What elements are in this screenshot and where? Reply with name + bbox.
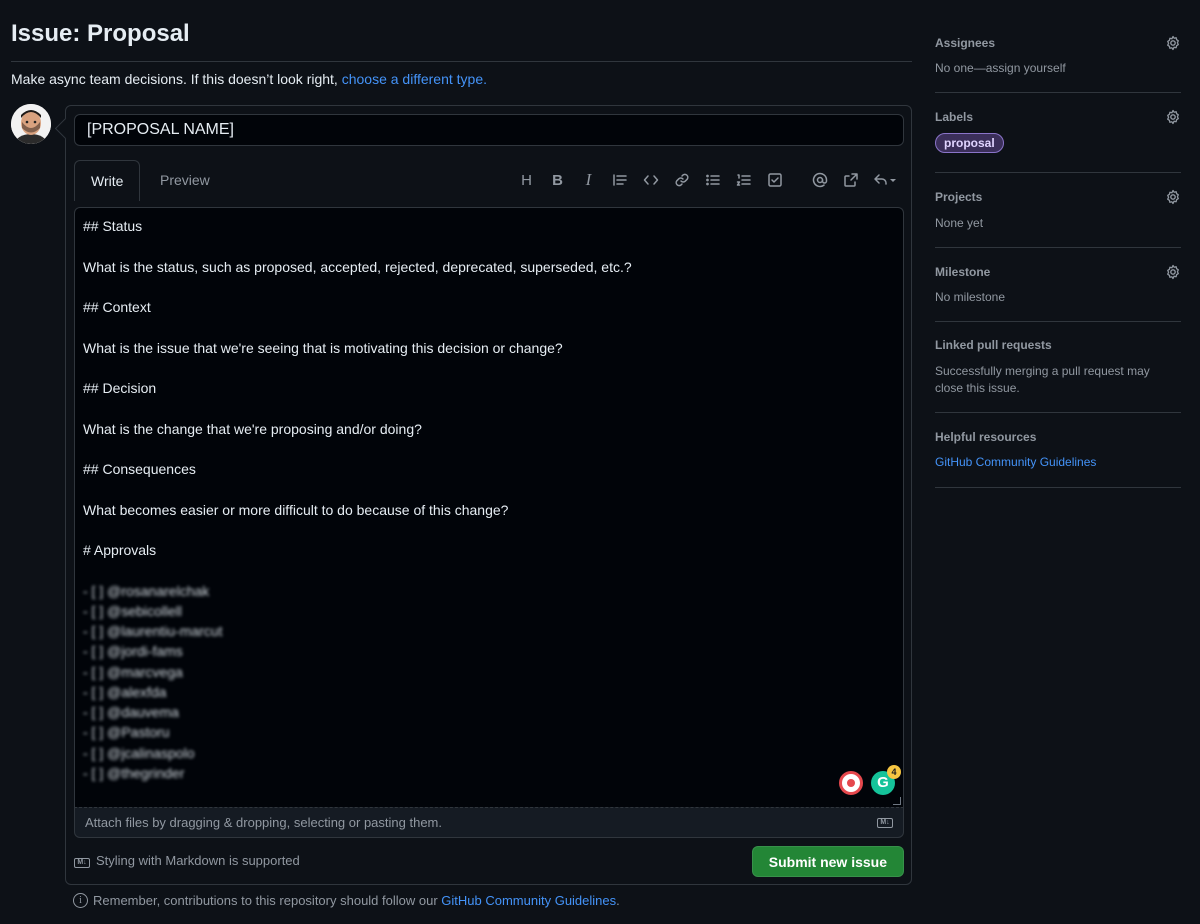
- editor-line: What is the status, such as proposed, ac…: [83, 258, 632, 275]
- community-guidelines-link[interactable]: GitHub Community Guidelines: [441, 893, 616, 908]
- template-description: Make async team decisions. If this doesn…: [11, 71, 487, 87]
- sidebar-community-guidelines-link[interactable]: GitHub Community Guidelines: [935, 455, 1096, 469]
- form-actions: M↓ Styling with Markdown is supported Su…: [74, 846, 904, 877]
- issue-body-textarea[interactable]: ## Status What is the status, such as pro…: [74, 207, 904, 807]
- attach-files-text: Attach files by dragging & dropping, sel…: [85, 815, 442, 830]
- reply-icon[interactable]: [866, 168, 904, 192]
- grammarly-icon[interactable]: G 4: [871, 765, 901, 795]
- link-icon[interactable]: [666, 168, 697, 192]
- approvals-list: - [ ] @rosanarelchak - [ ] @sebicollell - …: [83, 581, 895, 784]
- projects-section: Projects None yet: [935, 173, 1181, 248]
- issue-title-input[interactable]: [74, 114, 904, 146]
- linked-pull-requests-heading: Linked pull requests: [935, 338, 1052, 352]
- code-icon[interactable]: [635, 168, 666, 192]
- milestone-heading[interactable]: Milestone: [935, 265, 990, 279]
- editor-line: What is the issue that we're seeing that…: [83, 339, 563, 356]
- markdown-support-text[interactable]: Styling with Markdown is supported: [74, 853, 300, 868]
- labels-heading[interactable]: Labels: [935, 110, 973, 124]
- gear-icon[interactable]: [1165, 109, 1181, 125]
- milestone-value: No milestone: [935, 290, 1006, 304]
- approval-item: - [ ] @jordi-fams: [83, 643, 183, 660]
- editor-line: What becomes easier or more difficult to…: [83, 501, 509, 518]
- ordered-list-icon[interactable]: [728, 168, 759, 192]
- assignees-value[interactable]: No one—assign yourself: [935, 61, 1066, 75]
- labels-section: Labels proposal: [935, 93, 1181, 173]
- helpful-resources-section: Helpful resources GitHub Community Guide…: [935, 413, 1181, 488]
- approval-item: - [ ] @jcalinaspolo: [83, 744, 195, 761]
- approval-item: - [ ] @marcvega: [83, 663, 183, 680]
- grammarly-count-badge: 4: [887, 765, 901, 779]
- label-proposal[interactable]: proposal: [935, 133, 1004, 153]
- milestone-section: Milestone No milestone: [935, 248, 1181, 322]
- page-title: Issue: Proposal: [11, 20, 190, 47]
- gear-icon[interactable]: [1165, 264, 1181, 280]
- issue-form: Write Preview H B I: [65, 105, 912, 885]
- helpful-resources-heading: Helpful resources: [935, 430, 1037, 444]
- approval-item: - [ ] @alexfda: [83, 683, 167, 700]
- approval-item: - [ ] @dauvema: [83, 704, 179, 720]
- target-extension-icon[interactable]: [839, 771, 863, 795]
- task-list-icon[interactable]: [759, 168, 790, 192]
- projects-value: None yet: [935, 216, 984, 230]
- markdown-icon[interactable]: M↓: [877, 818, 893, 828]
- issue-body-content: ## Status What is the status, such as pro…: [83, 216, 895, 581]
- browser-extension-icons: G 4: [839, 765, 901, 795]
- gear-icon[interactable]: [1165, 189, 1181, 205]
- unordered-list-icon[interactable]: [697, 168, 728, 192]
- gear-icon[interactable]: [1165, 35, 1181, 51]
- submit-new-issue-button[interactable]: Submit new issue: [751, 846, 904, 877]
- editor-line: What is the change that we're proposing …: [83, 420, 422, 437]
- info-icon: i: [73, 893, 88, 908]
- tab-preview[interactable]: Preview: [144, 160, 226, 200]
- linked-pull-requests-section: Linked pull requests Successfully mergin…: [935, 322, 1181, 413]
- approval-item: - [ ] @rosanarelchak: [83, 582, 210, 599]
- template-description-text: Make async team decisions. If this doesn…: [11, 71, 342, 87]
- markdown-toolbar: H B I: [511, 168, 904, 192]
- contribution-note: i Remember, contributions to this reposi…: [73, 893, 620, 908]
- chevron-down-icon: [890, 179, 896, 182]
- grammarly-letter: G: [877, 774, 889, 791]
- editor-line: ## Context: [83, 299, 151, 315]
- contribution-note-end: .: [616, 893, 620, 908]
- editor-line: # Approvals: [83, 542, 157, 558]
- assignees-heading[interactable]: Assignees: [935, 36, 995, 50]
- editor-line: ## Consequences: [83, 461, 196, 477]
- quote-icon[interactable]: [604, 168, 635, 192]
- approval-item: - [ ] @sebicollell: [83, 602, 183, 619]
- editor-line: ## Decision: [83, 380, 157, 396]
- contribution-note-text: Remember, contributions to this reposito…: [93, 893, 442, 908]
- approval-item: - [ ] @thegrinder: [83, 764, 185, 781]
- avatar[interactable]: [11, 104, 51, 144]
- heading-icon[interactable]: H: [511, 168, 542, 192]
- title-divider: [11, 61, 912, 62]
- editor-tabs: Write Preview H B I: [74, 160, 904, 201]
- choose-different-type-link[interactable]: choose a different type.: [342, 71, 487, 87]
- resize-handle[interactable]: [893, 797, 901, 805]
- editor-line: ## Status: [83, 218, 143, 234]
- approval-item: - [ ] @laurentiu-marcut: [83, 623, 223, 639]
- assignees-section: Assignees No one—assign yourself: [935, 28, 1181, 93]
- mention-icon[interactable]: [804, 168, 835, 192]
- approval-item: - [ ] @Pastoru: [83, 724, 170, 741]
- tab-write[interactable]: Write: [74, 160, 141, 201]
- projects-heading[interactable]: Projects: [935, 190, 982, 204]
- issue-sidebar: Assignees No one—assign yourself Labels …: [935, 28, 1181, 488]
- italic-icon[interactable]: I: [573, 168, 604, 192]
- file-attachment-dropzone[interactable]: Attach files by dragging & dropping, sel…: [74, 807, 904, 838]
- cross-reference-icon[interactable]: [835, 168, 866, 192]
- bold-icon[interactable]: B: [542, 168, 573, 192]
- linked-pull-requests-value: Successfully merging a pull request may …: [935, 364, 1150, 395]
